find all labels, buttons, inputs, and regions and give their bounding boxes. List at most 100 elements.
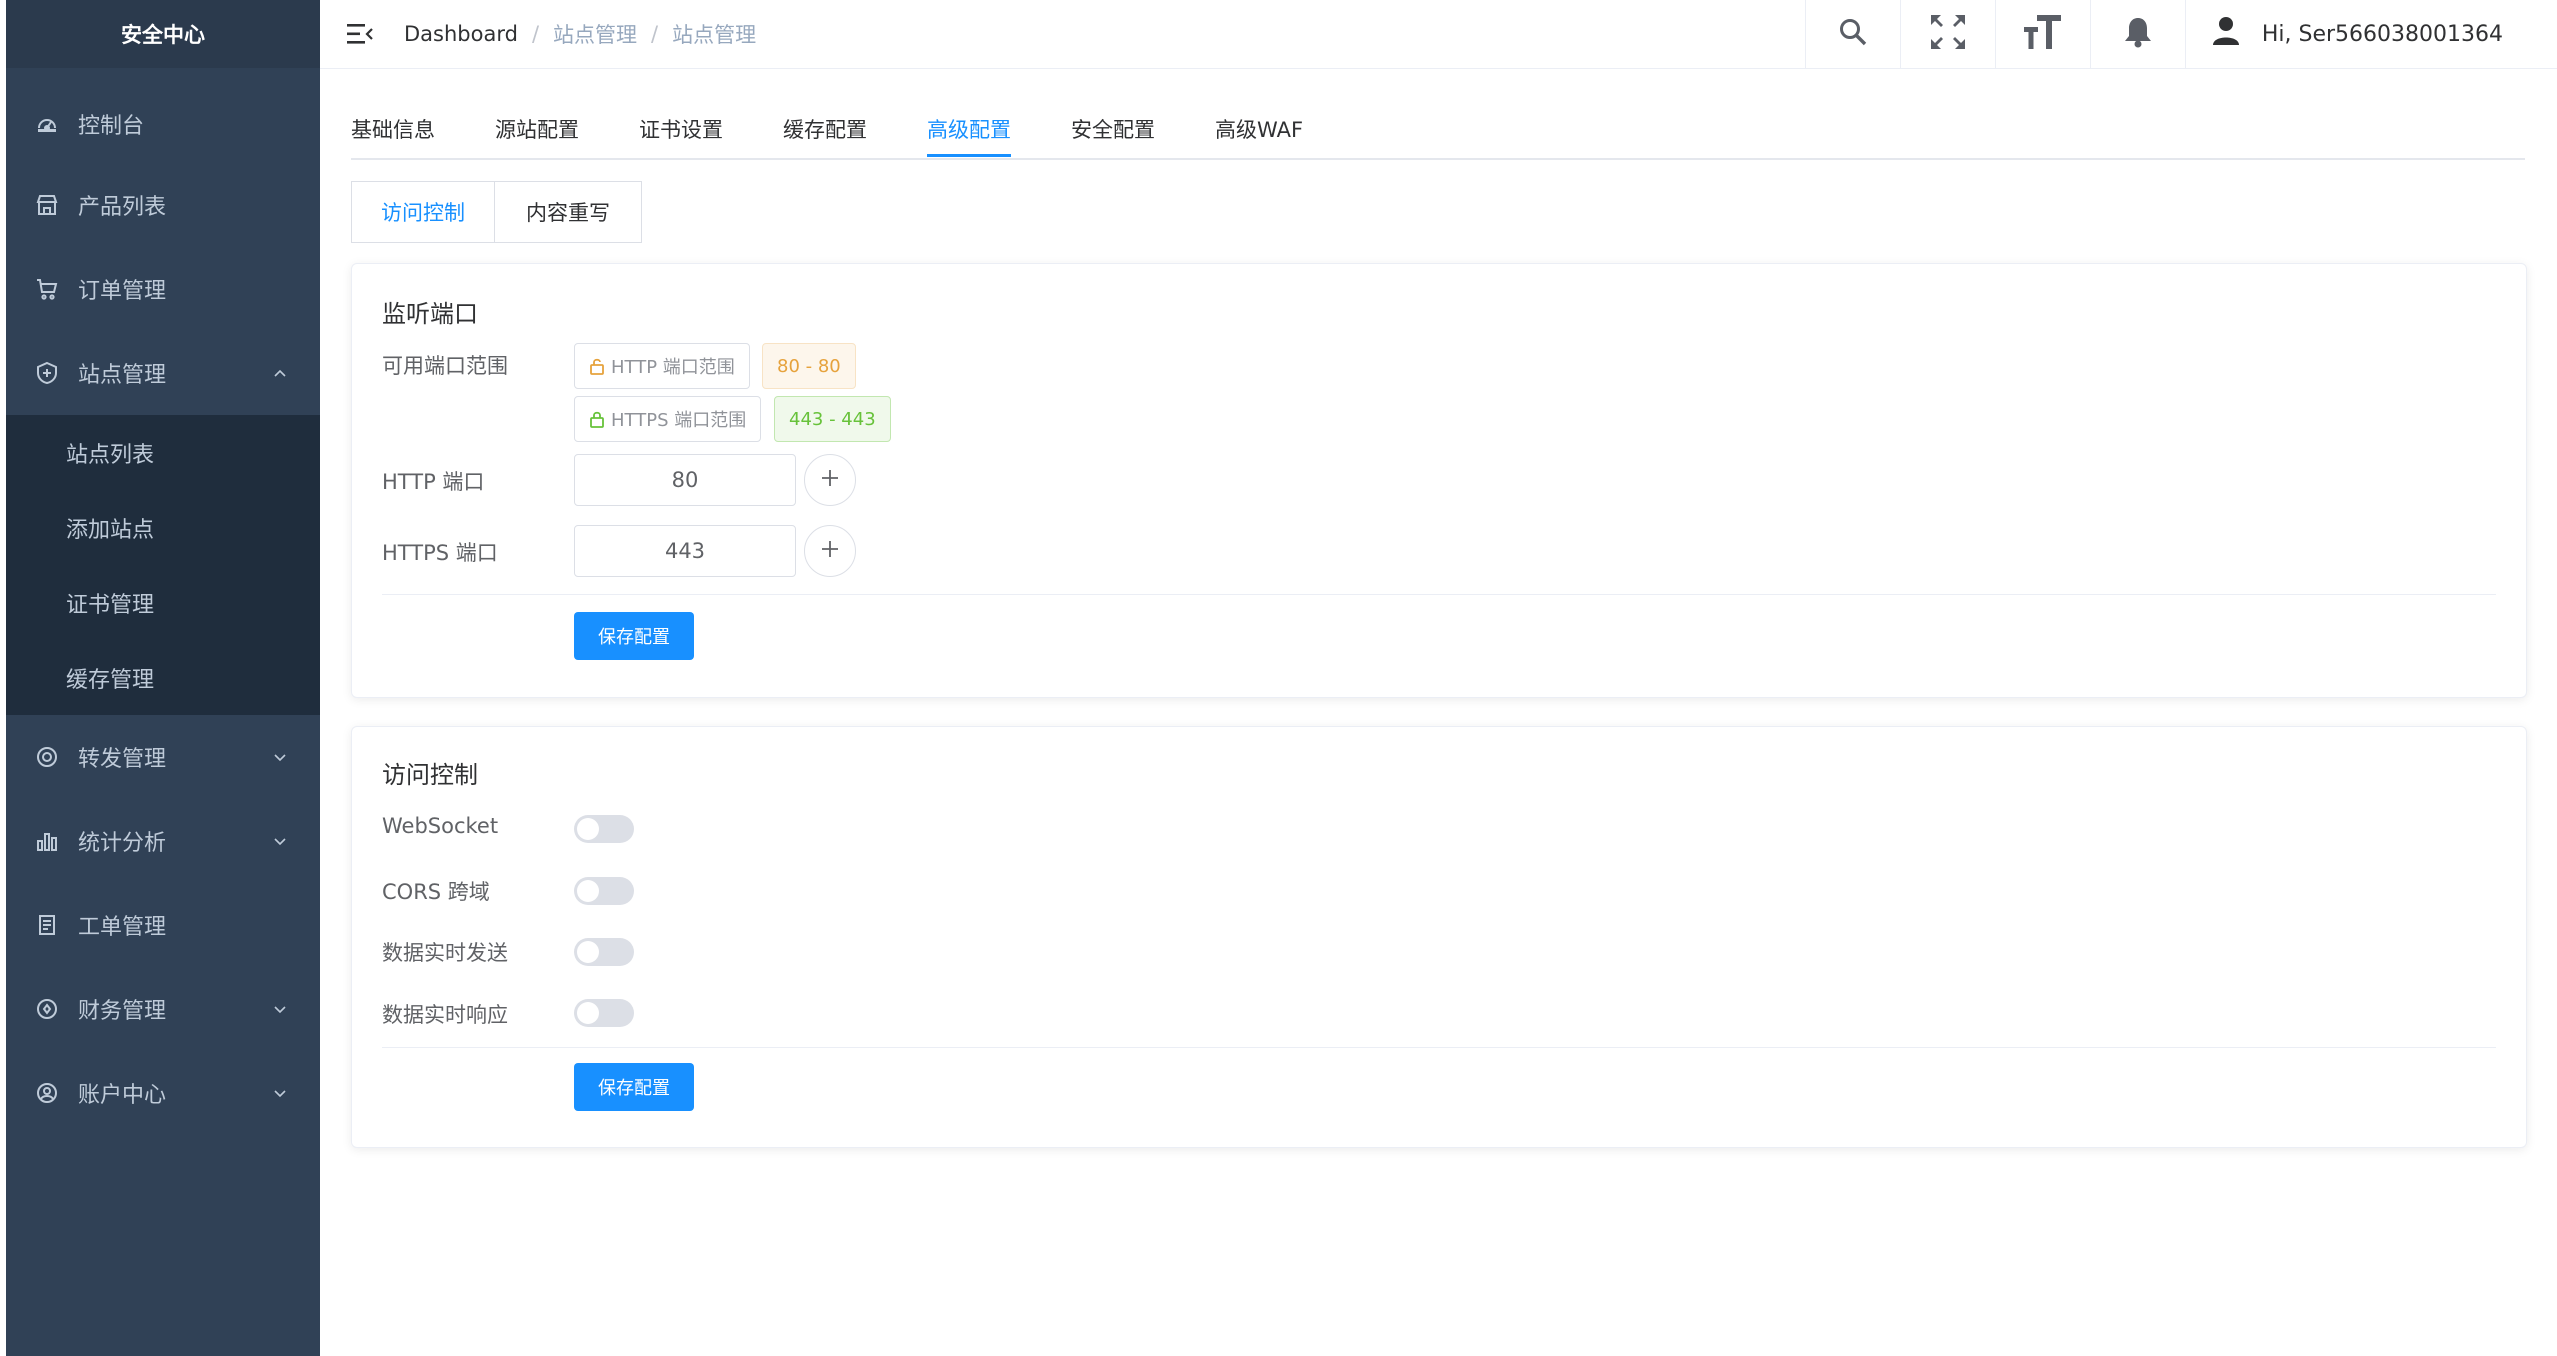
http-range-tag: HTTP 端口范围 [574,343,750,389]
sidebar-item-label: 账户中心 [78,1083,167,1108]
cors-toggle[interactable] [574,877,634,905]
tab-basic-info[interactable]: 基础信息 [351,114,435,144]
realtime-response-toggle[interactable] [574,999,634,1027]
websocket-toggle[interactable] [574,815,634,843]
add-http-port-button[interactable] [804,454,856,506]
tab-advanced-config[interactable]: 高级配置 [927,114,1011,144]
sidebar-item-account[interactable]: 账户中心 [6,1051,320,1135]
sidebar: 安全中心 控制台 产品列表 订单管理 站点管理 站点列表 添加站点 证书管理 缓… [6,0,320,1356]
sidebar-item-tickets[interactable]: 工单管理 [6,883,320,967]
config-tabs: 基础信息 源站配置 证书设置 缓存配置 高级配置 安全配置 高级WAF [351,92,2525,160]
chevron-down-icon [270,1083,290,1103]
notifications-button[interactable] [2089,0,2185,68]
sidebar-item-label: 控制台 [78,113,145,139]
https-range-tag: HTTPS 端口范围 [574,396,762,442]
sidebar-item-sites[interactable]: 站点管理 [6,331,320,415]
chevron-down-icon [270,747,290,767]
unlock-icon [589,357,605,375]
store-icon [34,192,60,218]
sidebar-item-label: 统计分析 [78,831,167,856]
breadcrumb-dashboard[interactable]: Dashboard [404,22,518,46]
text-size-icon [2023,13,2063,55]
listen-ports-card: 监听端口 可用端口范围 HTTP 端口范围 80 - 80 HTTPS 端口范围… [351,263,2527,698]
sidebar-item-label: 工单管理 [78,915,167,940]
ticket-icon [34,912,60,938]
breadcrumb-separator: / [531,22,540,46]
realtime-send-label: 数据实时发送 [382,941,508,965]
forward-icon [34,744,60,770]
sidebar-subitem-add-site[interactable]: 添加站点 [6,490,320,565]
add-https-port-button[interactable] [804,525,856,577]
breadcrumb-separator: / [651,22,659,46]
https-range-value: 443 - 443 [774,396,891,442]
search-button[interactable] [1804,0,1900,68]
sidebar-item-statistics[interactable]: 统计分析 [6,799,320,883]
fullscreen-button[interactable] [1899,0,1995,68]
top-navbar: Dashboard / 站点管理 / 站点管理 Hi, Ser566038001… [320,0,2557,69]
chevron-up-icon [270,363,290,383]
plus-icon [819,538,841,564]
divider [382,594,2496,595]
toggle-knob [577,818,599,840]
tab-security-config[interactable]: 安全配置 [1071,114,1155,144]
sidebar-item-products[interactable]: 产品列表 [6,163,320,247]
header-actions: Hi, Ser566038001364 [1804,0,2557,68]
tab-origin-config[interactable]: 源站配置 [495,114,579,144]
https-range-tag-label: HTTPS 端口范围 [611,410,747,431]
sidebar-item-forwarding[interactable]: 转发管理 [6,715,320,799]
cors-label: CORS 跨域 [382,880,490,904]
lock-icon [589,410,605,428]
font-size-button[interactable] [1994,0,2090,68]
sidebar-item-dashboard[interactable]: 控制台 [6,84,320,163]
https-port-input[interactable] [574,525,796,577]
chevron-down-icon [270,831,290,851]
save-access-control-button[interactable]: 保存配置 [574,1063,694,1111]
user-greeting: Hi, Ser566038001364 [2261,21,2503,47]
toggle-knob [577,941,599,963]
realtime-response-label: 数据实时响应 [382,1003,508,1027]
sidebar-item-orders[interactable]: 订单管理 [6,247,320,331]
tab-certificate[interactable]: 证书设置 [639,114,723,144]
http-range-value: 80 - 80 [762,343,856,389]
bell-icon [2123,16,2153,52]
card-title: 访问控制 [382,761,478,789]
sidebar-item-label: 产品列表 [78,195,167,220]
toggle-knob [577,1002,599,1024]
websocket-label: WebSocket [382,814,499,838]
app-title: 安全中心 [6,0,320,68]
sidebar-subitem-cache[interactable]: 缓存管理 [6,640,320,715]
breadcrumb-site-management[interactable]: 站点管理 [553,19,637,49]
dashboard-icon [34,111,60,137]
cart-icon [34,276,60,302]
sidebar-subitem-certificates[interactable]: 证书管理 [6,565,320,640]
http-port-label: HTTP 端口 [382,470,485,494]
sidebar-item-finance[interactable]: 财务管理 [6,967,320,1051]
user-menu[interactable]: Hi, Ser566038001364 [2184,0,2557,68]
https-port-label: HTTPS 端口 [382,541,498,565]
chart-icon [34,828,60,854]
tab-advanced-waf[interactable]: 高级WAF [1215,114,1303,144]
port-range-label: 可用端口范围 [382,354,508,378]
active-tab-indicator [927,154,1011,157]
breadcrumb: Dashboard / 站点管理 / 站点管理 [404,19,756,49]
subtab-access-control[interactable]: 访问控制 [352,182,495,242]
user-icon [2212,16,2240,52]
account-icon [34,1080,60,1106]
hamburger-menu-icon[interactable] [346,20,374,48]
sidebar-item-label: 转发管理 [78,747,167,772]
finance-icon [34,996,60,1022]
tab-cache-config[interactable]: 缓存配置 [783,114,867,144]
access-control-card: 访问控制 WebSocket CORS 跨域 数据实时发送 数据实时响应 保存配… [351,726,2527,1148]
sidebar-subitem-site-list[interactable]: 站点列表 [6,415,320,490]
sidebar-item-label: 订单管理 [78,279,167,304]
realtime-send-toggle[interactable] [574,938,634,966]
divider [382,1047,2496,1048]
fullscreen-icon [1929,13,1967,55]
card-title: 监听端口 [382,300,478,328]
chevron-down-icon [270,999,290,1019]
search-icon [1838,17,1868,51]
http-port-input[interactable] [574,454,796,506]
subtab-content-rewrite[interactable]: 内容重写 [495,182,641,242]
save-ports-button[interactable]: 保存配置 [574,612,694,660]
http-range-tag-label: HTTP 端口范围 [611,357,735,378]
